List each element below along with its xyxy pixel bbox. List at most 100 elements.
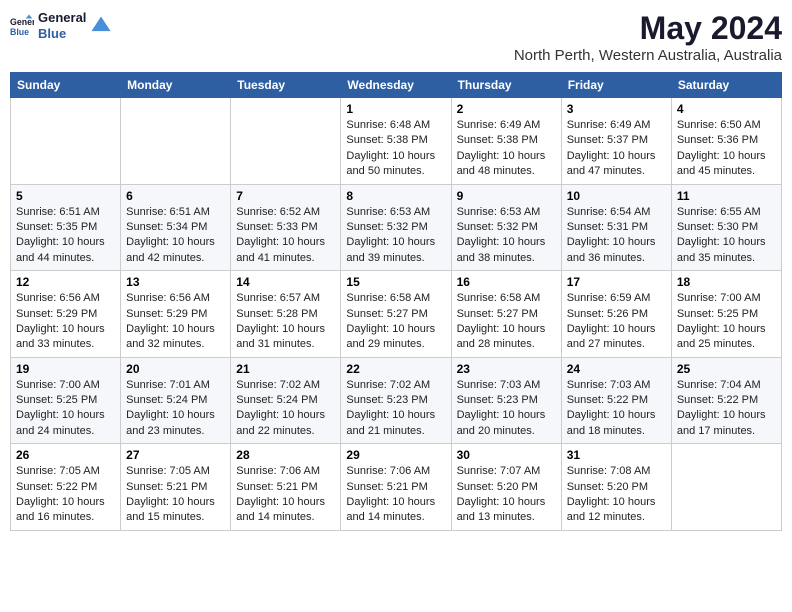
day-number: 12 — [16, 275, 115, 289]
day-number: 30 — [457, 448, 556, 462]
calendar-cell: 1Sunrise: 6:48 AMSunset: 5:38 PMDaylight… — [341, 98, 451, 185]
day-info: Sunrise: 7:06 AMSunset: 5:21 PMDaylight:… — [346, 464, 445, 526]
calendar-header-tuesday: Tuesday — [231, 73, 341, 98]
calendar-cell — [671, 444, 781, 531]
calendar-cell: 17Sunrise: 6:59 AMSunset: 5:26 PMDayligh… — [561, 271, 671, 358]
calendar-cell: 15Sunrise: 6:58 AMSunset: 5:27 PMDayligh… — [341, 271, 451, 358]
logo: General Blue General Blue — [10, 10, 112, 41]
day-number: 19 — [16, 362, 115, 376]
calendar-cell: 5 Sunrise: 6:51 AMSunset: 5:35 PMDaylight… — [11, 184, 121, 271]
calendar-table: SundayMondayTuesdayWednesdayThursdayFrid… — [10, 72, 782, 531]
calendar-week-5: 26 Sunrise: 7:05 AMSunset: 5:22 PMDayligh… — [11, 444, 782, 531]
day-number: 5 — [16, 189, 115, 203]
day-number: 14 — [236, 275, 335, 289]
day-number: 20 — [126, 362, 225, 376]
calendar-cell: 13Sunrise: 6:56 AMSunset: 5:29 PMDayligh… — [121, 271, 231, 358]
calendar-cell: 3 Sunrise: 6:49 AMSunset: 5:37 PMDaylight… — [561, 98, 671, 185]
day-number: 21 — [236, 362, 335, 376]
calendar-cell: 20 Sunrise: 7:01 AMSunset: 5:24 PMDayligh… — [121, 357, 231, 444]
day-info: Sunrise: 6:58 AMSunset: 5:27 PMDaylight:… — [457, 291, 556, 353]
day-number: 31 — [567, 448, 666, 462]
calendar-cell: 12 Sunrise: 6:56 AMSunset: 5:29 PMDayligh… — [11, 271, 121, 358]
calendar-header-row: SundayMondayTuesdayWednesdayThursdayFrid… — [11, 73, 782, 98]
calendar-cell: 30 Sunrise: 7:07 AMSunset: 5:20 PMDayligh… — [451, 444, 561, 531]
calendar-cell: 24 Sunrise: 7:03 AMSunset: 5:22 PMDayligh… — [561, 357, 671, 444]
svg-text:Blue: Blue — [10, 26, 29, 36]
calendar-cell: 18 Sunrise: 7:00 AMSunset: 5:25 PMDayligh… — [671, 271, 781, 358]
calendar-cell: 9Sunrise: 6:53 AMSunset: 5:32 PMDaylight… — [451, 184, 561, 271]
calendar-header-sunday: Sunday — [11, 73, 121, 98]
day-number: 9 — [457, 189, 556, 203]
day-info: Sunrise: 7:02 AMSunset: 5:23 PMDaylight:… — [346, 378, 445, 440]
calendar-cell: 7Sunrise: 6:52 AMSunset: 5:33 PMDaylight… — [231, 184, 341, 271]
day-info: Sunrise: 6:55 AMSunset: 5:30 PMDaylight:… — [677, 205, 776, 267]
day-info: Sunrise: 6:57 AMSunset: 5:28 PMDaylight:… — [236, 291, 335, 353]
calendar-cell: 2Sunrise: 6:49 AMSunset: 5:38 PMDaylight… — [451, 98, 561, 185]
logo-line2: Blue — [38, 26, 86, 42]
calendar-cell: 6 Sunrise: 6:51 AMSunset: 5:34 PMDaylight… — [121, 184, 231, 271]
day-number: 24 — [567, 362, 666, 376]
day-info: Sunrise: 7:06 AMSunset: 5:21 PMDaylight:… — [236, 464, 335, 526]
calendar-header-friday: Friday — [561, 73, 671, 98]
day-number: 16 — [457, 275, 556, 289]
calendar-cell: 28 Sunrise: 7:06 AMSunset: 5:21 PMDayligh… — [231, 444, 341, 531]
calendar-header-monday: Monday — [121, 73, 231, 98]
day-info: Sunrise: 7:04 AMSunset: 5:22 PMDaylight:… — [677, 378, 776, 440]
logo-icon: General Blue — [10, 14, 34, 38]
day-number: 27 — [126, 448, 225, 462]
day-info: Sunrise: 7:05 AMSunset: 5:22 PMDaylight:… — [16, 464, 115, 526]
day-info: Sunrise: 6:50 AMSunset: 5:36 PMDaylight:… — [677, 118, 776, 180]
calendar-header-saturday: Saturday — [671, 73, 781, 98]
calendar-cell: 10 Sunrise: 6:54 AMSunset: 5:31 PMDayligh… — [561, 184, 671, 271]
calendar-cell: 27 Sunrise: 7:05 AMSunset: 5:21 PMDayligh… — [121, 444, 231, 531]
calendar-cell: 22 Sunrise: 7:02 AMSunset: 5:23 PMDayligh… — [341, 357, 451, 444]
day-info: Sunrise: 6:54 AMSunset: 5:31 PMDaylight:… — [567, 205, 666, 267]
calendar-cell: 23Sunrise: 7:03 AMSunset: 5:23 PMDayligh… — [451, 357, 561, 444]
calendar-cell: 8Sunrise: 6:53 AMSunset: 5:32 PMDaylight… — [341, 184, 451, 271]
day-info: Sunrise: 7:05 AMSunset: 5:21 PMDaylight:… — [126, 464, 225, 526]
calendar-cell — [231, 98, 341, 185]
day-info: Sunrise: 7:07 AMSunset: 5:20 PMDaylight:… — [457, 464, 556, 526]
day-number: 15 — [346, 275, 445, 289]
day-number: 2 — [457, 102, 556, 116]
day-number: 26 — [16, 448, 115, 462]
day-info: Sunrise: 6:48 AMSunset: 5:38 PMDaylight:… — [346, 118, 445, 180]
day-number: 6 — [126, 189, 225, 203]
calendar-cell: 25 Sunrise: 7:04 AMSunset: 5:22 PMDayligh… — [671, 357, 781, 444]
day-info: Sunrise: 6:53 AMSunset: 5:32 PMDaylight:… — [346, 205, 445, 267]
calendar-header-thursday: Thursday — [451, 73, 561, 98]
calendar-cell: 29Sunrise: 7:06 AMSunset: 5:21 PMDayligh… — [341, 444, 451, 531]
calendar-cell: 11 Sunrise: 6:55 AMSunset: 5:30 PMDayligh… — [671, 184, 781, 271]
svg-text:General: General — [10, 17, 34, 27]
calendar-week-4: 19Sunrise: 7:00 AMSunset: 5:25 PMDayligh… — [11, 357, 782, 444]
calendar-week-1: 1Sunrise: 6:48 AMSunset: 5:38 PMDaylight… — [11, 98, 782, 185]
day-info: Sunrise: 6:49 AMSunset: 5:37 PMDaylight:… — [567, 118, 666, 180]
day-info: Sunrise: 7:01 AMSunset: 5:24 PMDaylight:… — [126, 378, 225, 440]
day-info: Sunrise: 6:59 AMSunset: 5:26 PMDaylight:… — [567, 291, 666, 353]
day-info: Sunrise: 7:00 AMSunset: 5:25 PMDaylight:… — [677, 291, 776, 353]
day-number: 18 — [677, 275, 776, 289]
day-info: Sunrise: 7:03 AMSunset: 5:23 PMDaylight:… — [457, 378, 556, 440]
day-number: 4 — [677, 102, 776, 116]
day-number: 11 — [677, 189, 776, 203]
calendar-cell: 16 Sunrise: 6:58 AMSunset: 5:27 PMDayligh… — [451, 271, 561, 358]
calendar-cell: 19Sunrise: 7:00 AMSunset: 5:25 PMDayligh… — [11, 357, 121, 444]
day-info: Sunrise: 6:51 AMSunset: 5:35 PMDaylight:… — [16, 205, 115, 267]
calendar-header-wednesday: Wednesday — [341, 73, 451, 98]
day-info: Sunrise: 6:52 AMSunset: 5:33 PMDaylight:… — [236, 205, 335, 267]
day-info: Sunrise: 7:03 AMSunset: 5:22 PMDaylight:… — [567, 378, 666, 440]
day-number: 25 — [677, 362, 776, 376]
calendar-cell: 26 Sunrise: 7:05 AMSunset: 5:22 PMDayligh… — [11, 444, 121, 531]
calendar-cell: 31Sunrise: 7:08 AMSunset: 5:20 PMDayligh… — [561, 444, 671, 531]
page-header: General Blue General Blue May 2024 North… — [10, 10, 782, 64]
day-info: Sunrise: 6:51 AMSunset: 5:34 PMDaylight:… — [126, 205, 225, 267]
day-number: 10 — [567, 189, 666, 203]
logo-line1: General — [38, 10, 86, 26]
calendar-cell: 21Sunrise: 7:02 AMSunset: 5:24 PMDayligh… — [231, 357, 341, 444]
day-info: Sunrise: 6:56 AMSunset: 5:29 PMDaylight:… — [16, 291, 115, 353]
day-number: 3 — [567, 102, 666, 116]
day-number: 28 — [236, 448, 335, 462]
day-number: 13 — [126, 275, 225, 289]
calendar-week-3: 12 Sunrise: 6:56 AMSunset: 5:29 PMDayligh… — [11, 271, 782, 358]
day-number: 22 — [346, 362, 445, 376]
